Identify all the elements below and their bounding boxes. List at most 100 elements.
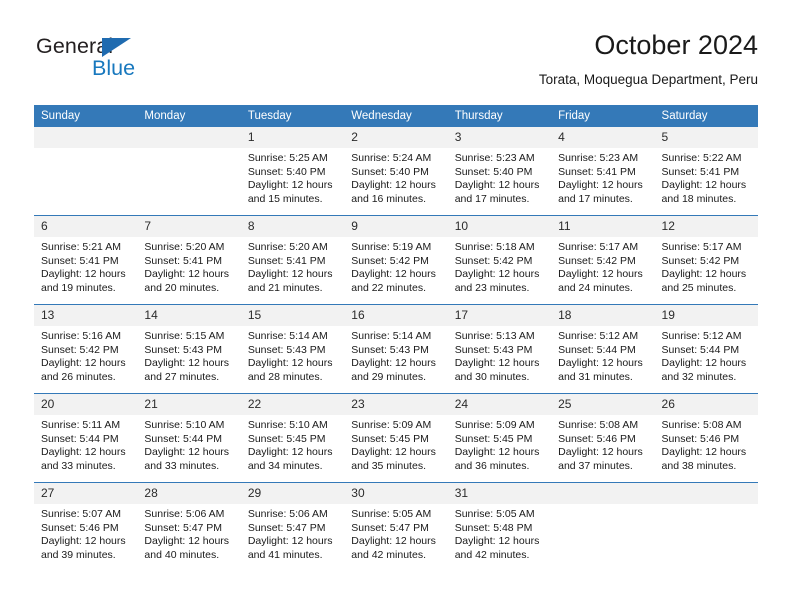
daylight-text-line1: Daylight: 12 hours: [247, 535, 333, 548]
day-cell: [137, 127, 241, 216]
daylight-text-line2: and 34 minutes.: [247, 459, 323, 472]
day-number: 8: [240, 216, 345, 237]
weekday-header-sunday: Sunday: [34, 105, 138, 127]
day-number: [551, 483, 655, 504]
sunset-text: Sunset: 5:42 PM: [41, 343, 119, 356]
sunset-text: Sunset: 5:41 PM: [247, 254, 326, 267]
sunset-text: Sunset: 5:45 PM: [351, 432, 429, 445]
title-block: October 2024 Torata, Moquegua Department…: [539, 28, 758, 90]
day-cell[interactable]: 8 Sunrise: 5:20 AM Sunset: 5:41 PM Dayli…: [240, 215, 345, 305]
day-cell[interactable]: 5 Sunrise: 5:22 AM Sunset: 5:41 PM Dayli…: [654, 127, 758, 216]
day-number: 26: [654, 394, 758, 415]
day-cell[interactable]: 23 Sunrise: 5:09 AM Sunset: 5:45 PM Dayl…: [344, 393, 448, 483]
weekday-header-wednesday: Wednesday: [344, 105, 448, 127]
day-number: 2: [344, 127, 448, 148]
day-cell[interactable]: 4 Sunrise: 5:23 AM Sunset: 5:41 PM Dayli…: [551, 127, 655, 216]
sunset-text: Sunset: 5:44 PM: [558, 343, 636, 356]
day-details: Sunrise: 5:14 AM Sunset: 5:43 PM Dayligh…: [344, 326, 447, 384]
day-details: Sunrise: 5:19 AM Sunset: 5:42 PM Dayligh…: [344, 237, 447, 295]
day-number: 18: [551, 305, 655, 326]
day-details: Sunrise: 5:15 AM Sunset: 5:43 PM Dayligh…: [137, 326, 240, 384]
sunset-text: Sunset: 5:46 PM: [661, 432, 740, 445]
sunset-text: Sunset: 5:41 PM: [41, 254, 119, 267]
day-cell[interactable]: 9 Sunrise: 5:19 AM Sunset: 5:42 PM Dayli…: [344, 215, 448, 305]
week-row: 13 Sunrise: 5:16 AM Sunset: 5:42 PM Dayl…: [34, 304, 758, 394]
day-details: Sunrise: 5:16 AM Sunset: 5:42 PM Dayligh…: [34, 326, 137, 384]
day-number: [137, 127, 241, 148]
daylight-text-line1: Daylight: 12 hours: [144, 535, 230, 548]
day-cell[interactable]: 12 Sunrise: 5:17 AM Sunset: 5:42 PM Dayl…: [654, 215, 758, 305]
day-cell[interactable]: 30 Sunrise: 5:05 AM Sunset: 5:47 PM Dayl…: [344, 482, 448, 571]
day-cell[interactable]: 1 Sunrise: 5:25 AM Sunset: 5:40 PM Dayli…: [240, 127, 345, 216]
sunrise-text: Sunrise: 5:23 AM: [558, 152, 639, 164]
daylight-text-line2: and 33 minutes.: [144, 459, 220, 472]
sunrise-text: Sunrise: 5:10 AM: [247, 419, 328, 431]
day-cell[interactable]: 13 Sunrise: 5:16 AM Sunset: 5:42 PM Dayl…: [34, 304, 138, 394]
weekday-header-friday: Friday: [551, 105, 655, 127]
day-details: Sunrise: 5:25 AM Sunset: 5:40 PM Dayligh…: [241, 148, 344, 206]
daylight-text-line1: Daylight: 12 hours: [454, 268, 540, 281]
daylight-text-line2: and 37 minutes.: [558, 459, 633, 472]
day-details: Sunrise: 5:07 AM Sunset: 5:46 PM Dayligh…: [34, 504, 137, 562]
day-number: 12: [654, 216, 758, 237]
day-cell[interactable]: 6 Sunrise: 5:21 AM Sunset: 5:41 PM Dayli…: [34, 215, 138, 305]
day-cell: [34, 127, 138, 216]
day-details: Sunrise: 5:23 AM Sunset: 5:40 PM Dayligh…: [448, 148, 551, 206]
day-number: [654, 483, 758, 504]
day-cell[interactable]: 19 Sunrise: 5:12 AM Sunset: 5:44 PM Dayl…: [654, 304, 758, 394]
day-cell[interactable]: 20 Sunrise: 5:11 AM Sunset: 5:44 PM Dayl…: [34, 393, 138, 483]
page-subtitle: Torata, Moquegua Department, Peru: [538, 72, 758, 87]
sunset-text: Sunset: 5:43 PM: [454, 343, 533, 356]
daylight-text-line2: and 20 minutes.: [144, 281, 220, 294]
daylight-text-line1: Daylight: 12 hours: [144, 446, 230, 459]
day-cell[interactable]: 26 Sunrise: 5:08 AM Sunset: 5:46 PM Dayl…: [654, 393, 758, 483]
daylight-text-line2: and 21 minutes.: [247, 281, 323, 294]
daylight-text-line1: Daylight: 12 hours: [558, 357, 643, 370]
day-cell[interactable]: 22 Sunrise: 5:10 AM Sunset: 5:45 PM Dayl…: [240, 393, 345, 483]
sunrise-text: Sunrise: 5:05 AM: [351, 508, 432, 520]
day-cell[interactable]: 15 Sunrise: 5:14 AM Sunset: 5:43 PM Dayl…: [240, 304, 345, 394]
daylight-text-line2: and 30 minutes.: [454, 370, 530, 383]
day-cell[interactable]: 2 Sunrise: 5:24 AM Sunset: 5:40 PM Dayli…: [344, 127, 448, 216]
day-cell[interactable]: 25 Sunrise: 5:08 AM Sunset: 5:46 PM Dayl…: [551, 393, 655, 483]
daylight-text-line2: and 17 minutes.: [558, 192, 633, 205]
day-cell[interactable]: 7 Sunrise: 5:20 AM Sunset: 5:41 PM Dayli…: [137, 215, 241, 305]
day-cell[interactable]: 28 Sunrise: 5:06 AM Sunset: 5:47 PM Dayl…: [137, 482, 241, 571]
sunrise-text: Sunrise: 5:10 AM: [144, 419, 225, 431]
daylight-text-line2: and 24 minutes.: [558, 281, 633, 294]
day-cell[interactable]: 24 Sunrise: 5:09 AM Sunset: 5:45 PM Dayl…: [447, 393, 552, 483]
daylight-text-line1: Daylight: 12 hours: [351, 446, 436, 459]
day-cell[interactable]: 31 Sunrise: 5:05 AM Sunset: 5:48 PM Dayl…: [447, 482, 552, 571]
daylight-text-line1: Daylight: 12 hours: [41, 535, 126, 548]
day-details: Sunrise: 5:10 AM Sunset: 5:45 PM Dayligh…: [241, 415, 344, 473]
sunset-text: Sunset: 5:40 PM: [247, 165, 326, 178]
day-cell[interactable]: 3 Sunrise: 5:23 AM Sunset: 5:40 PM Dayli…: [447, 127, 552, 216]
day-details: Sunrise: 5:05 AM Sunset: 5:48 PM Dayligh…: [448, 504, 551, 562]
daylight-text-line2: and 22 minutes.: [351, 281, 426, 294]
sunrise-text: Sunrise: 5:17 AM: [558, 241, 639, 253]
day-cell[interactable]: 21 Sunrise: 5:10 AM Sunset: 5:44 PM Dayl…: [137, 393, 241, 483]
daylight-text-line2: and 41 minutes.: [247, 548, 323, 561]
day-cell[interactable]: 29 Sunrise: 5:06 AM Sunset: 5:47 PM Dayl…: [240, 482, 345, 571]
sunrise-text: Sunrise: 5:12 AM: [661, 330, 742, 342]
sunrise-text: Sunrise: 5:09 AM: [454, 419, 535, 431]
day-cell[interactable]: 10 Sunrise: 5:18 AM Sunset: 5:42 PM Dayl…: [447, 215, 552, 305]
day-cell[interactable]: 16 Sunrise: 5:14 AM Sunset: 5:43 PM Dayl…: [344, 304, 448, 394]
day-cell[interactable]: 17 Sunrise: 5:13 AM Sunset: 5:43 PM Dayl…: [447, 304, 552, 394]
day-number: 27: [34, 483, 138, 504]
day-details: Sunrise: 5:06 AM Sunset: 5:47 PM Dayligh…: [241, 504, 344, 562]
day-cell[interactable]: 11 Sunrise: 5:17 AM Sunset: 5:42 PM Dayl…: [551, 215, 655, 305]
day-details: Sunrise: 5:06 AM Sunset: 5:47 PM Dayligh…: [137, 504, 240, 562]
day-details: Sunrise: 5:17 AM Sunset: 5:42 PM Dayligh…: [551, 237, 654, 295]
sunrise-text: Sunrise: 5:17 AM: [661, 241, 742, 253]
daylight-text-line1: Daylight: 12 hours: [558, 268, 643, 281]
sunset-text: Sunset: 5:42 PM: [351, 254, 429, 267]
calendar-header-row: Sunday Monday Tuesday Wednesday Thursday…: [34, 105, 758, 127]
day-cell[interactable]: 14 Sunrise: 5:15 AM Sunset: 5:43 PM Dayl…: [137, 304, 241, 394]
sunrise-text: Sunrise: 5:13 AM: [454, 330, 535, 342]
sunrise-text: Sunrise: 5:08 AM: [661, 419, 742, 431]
day-details: Sunrise: 5:08 AM Sunset: 5:46 PM Dayligh…: [655, 415, 758, 473]
day-cell[interactable]: 27 Sunrise: 5:07 AM Sunset: 5:46 PM Dayl…: [34, 482, 138, 571]
daylight-text-line2: and 42 minutes.: [351, 548, 426, 561]
day-cell[interactable]: 18 Sunrise: 5:12 AM Sunset: 5:44 PM Dayl…: [551, 304, 655, 394]
